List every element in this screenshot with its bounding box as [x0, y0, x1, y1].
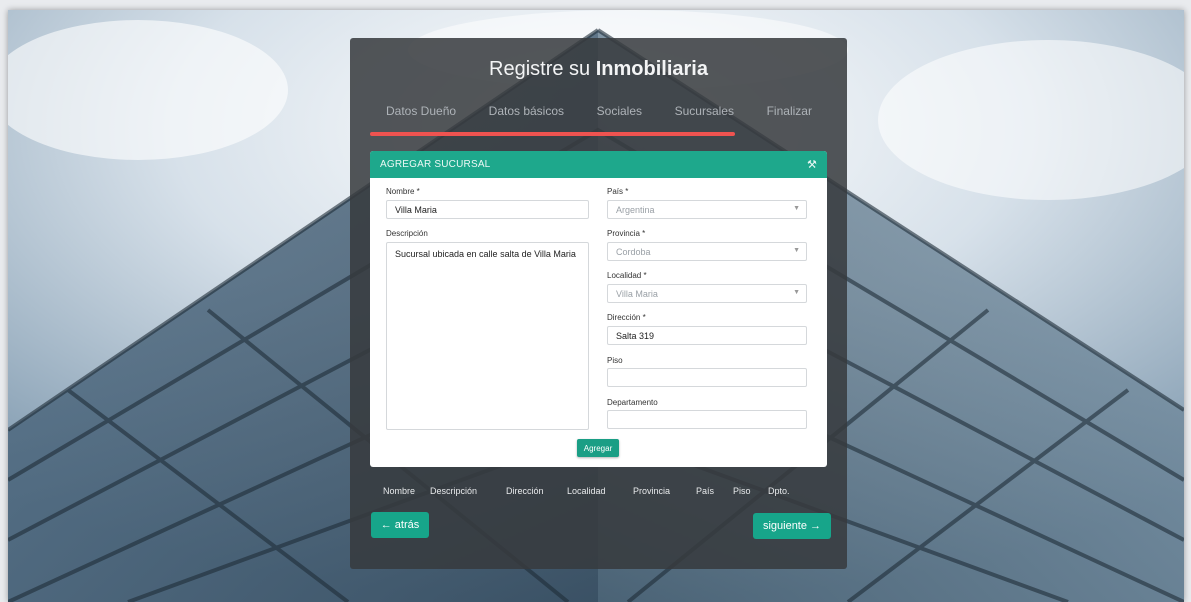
card-title: AGREGAR SUCURSAL — [380, 159, 491, 170]
direccion-input[interactable]: Salta 319 — [607, 326, 807, 345]
nombre-label: Nombre * — [386, 187, 420, 196]
column-piso: Piso — [733, 486, 751, 496]
step-datos-dueno[interactable]: Datos Dueño — [384, 104, 458, 118]
wizard-progress-bar — [370, 132, 826, 136]
nombre-input[interactable]: Villa Maria — [386, 200, 589, 219]
column-dpto: Dpto. — [768, 486, 790, 496]
tools-icon[interactable]: ⚒ — [807, 158, 817, 171]
step-datos-basicos[interactable]: Datos básicos — [487, 104, 566, 118]
step-finalizar[interactable]: Finalizar — [765, 104, 814, 118]
direccion-label: Dirección * — [607, 313, 646, 322]
add-branch-card: AGREGAR SUCURSAL ⚒ Nombre * Villa Maria … — [370, 151, 827, 467]
next-button[interactable]: siguiente → — [753, 513, 831, 539]
step-sucursales[interactable]: Sucursales — [673, 104, 736, 118]
step-sociales[interactable]: Sociales — [595, 104, 644, 118]
provincia-value: Cordoba — [616, 247, 651, 257]
column-nombre: Nombre — [383, 486, 416, 496]
departamento-label: Departamento — [607, 398, 658, 407]
pais-label: País * — [607, 187, 629, 196]
screenshot-frame: Registre su Inmobiliaria Datos Dueño Dat… — [0, 0, 1191, 602]
wizard-progress-fill — [370, 132, 735, 136]
title-bold: Inmobiliaria — [595, 58, 708, 80]
descripcion-textarea[interactable]: Sucursal ubicada en calle salta de Villa… — [386, 242, 589, 430]
agregar-button[interactable]: Agregar — [577, 439, 619, 457]
localidad-value: Villa Maria — [616, 289, 658, 299]
registration-wizard-panel: Registre su Inmobiliaria Datos Dueño Dat… — [350, 38, 847, 569]
column-localidad: Localidad — [567, 486, 606, 496]
column-provincia: Provincia — [633, 486, 671, 496]
piso-label: Piso — [607, 356, 623, 365]
pais-select[interactable]: Argentina ▼ — [607, 200, 807, 219]
column-descripcion: Descripción — [430, 486, 478, 496]
chevron-down-icon: ▼ — [793, 205, 800, 212]
pais-value: Argentina — [616, 205, 655, 215]
chevron-down-icon: ▼ — [793, 247, 800, 254]
wizard-steps: Datos Dueño Datos básicos Sociales Sucur… — [384, 104, 814, 118]
provincia-select[interactable]: Cordoba ▼ — [607, 242, 807, 261]
column-pais: País — [696, 486, 715, 496]
piso-input[interactable] — [607, 368, 807, 387]
localidad-label: Localidad * — [607, 271, 647, 280]
back-button[interactable]: ← atrás — [371, 512, 429, 538]
chevron-down-icon: ▼ — [793, 289, 800, 296]
title-prefix: Registre su — [489, 58, 596, 80]
column-direccion: Dirección — [506, 486, 544, 496]
page-title: Registre su Inmobiliaria — [350, 58, 847, 81]
provincia-label: Provincia * — [607, 229, 646, 238]
descripcion-label: Descripción — [386, 229, 428, 238]
localidad-select[interactable]: Villa Maria ▼ — [607, 284, 807, 303]
departamento-input[interactable] — [607, 410, 807, 429]
card-header: AGREGAR SUCURSAL ⚒ — [370, 151, 827, 178]
